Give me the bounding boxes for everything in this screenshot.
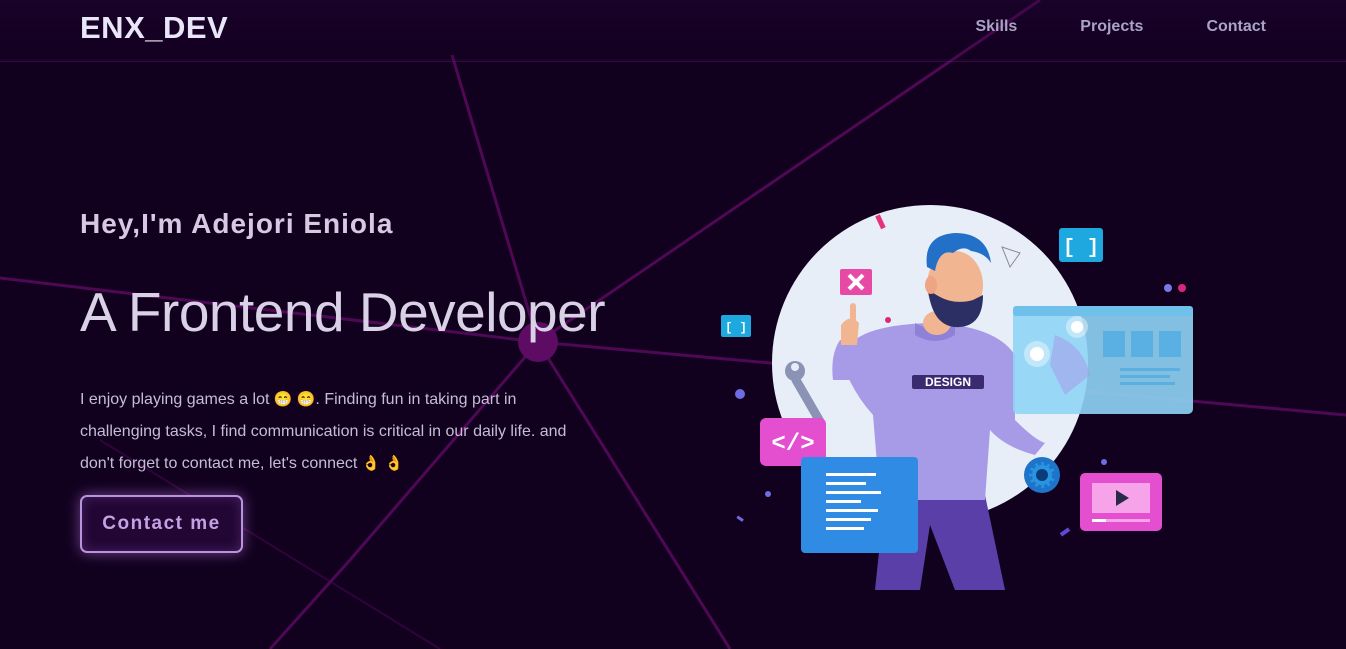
hero-bio: I enjoy playing games a lot 😁 😁. Finding…: [80, 384, 580, 480]
pink-dot: [1178, 284, 1186, 292]
purple-dot: [1101, 459, 1107, 465]
nav-projects-link[interactable]: Projects: [1080, 18, 1143, 36]
top-navbar: ENX_DEV Skills Projects Contact: [0, 0, 1346, 62]
blue-confetti: [1059, 527, 1071, 537]
main-nav: Skills Projects Contact: [975, 18, 1266, 36]
purple-dot: [735, 389, 745, 399]
pink-dot: [885, 317, 891, 323]
site-logo[interactable]: ENX_DEV: [80, 10, 228, 46]
video-player-card: [1080, 473, 1162, 531]
purple-dot: [1164, 284, 1172, 292]
document-card: [801, 457, 918, 553]
nav-skills-link[interactable]: Skills: [975, 18, 1017, 36]
browser-window-panel: [1013, 306, 1193, 414]
gear-icon: [1024, 457, 1060, 493]
bracket-tile-small: [ ]: [721, 315, 751, 337]
hero-greeting: Hey,I'm Adejori Eniola: [80, 208, 394, 239]
hero-headline: A Frontend Developer: [80, 281, 606, 343]
ok-hand-emoji-icon: 👌 👌: [361, 455, 404, 472]
close-icon-card: [840, 269, 872, 295]
bracket-tile-small-label: [ ]: [725, 321, 747, 335]
blue-confetti: [736, 515, 744, 522]
developer-illustration: [ ] [ ] DESIGN </>: [721, 205, 1193, 590]
bio-text-start: I enjoy playing games a lot: [80, 391, 274, 408]
contact-me-button[interactable]: Contact me: [80, 495, 243, 553]
shirt-design-label: DESIGN: [925, 375, 971, 389]
purple-dot: [765, 491, 771, 497]
grin-emoji-icon: 😁 😁: [273, 391, 316, 408]
bracket-tile-large-label: [ ]: [1063, 237, 1099, 260]
bracket-tile-large: [ ]: [1059, 228, 1103, 262]
nav-contact-link[interactable]: Contact: [1206, 18, 1266, 36]
code-tag-label: </>: [771, 431, 814, 458]
